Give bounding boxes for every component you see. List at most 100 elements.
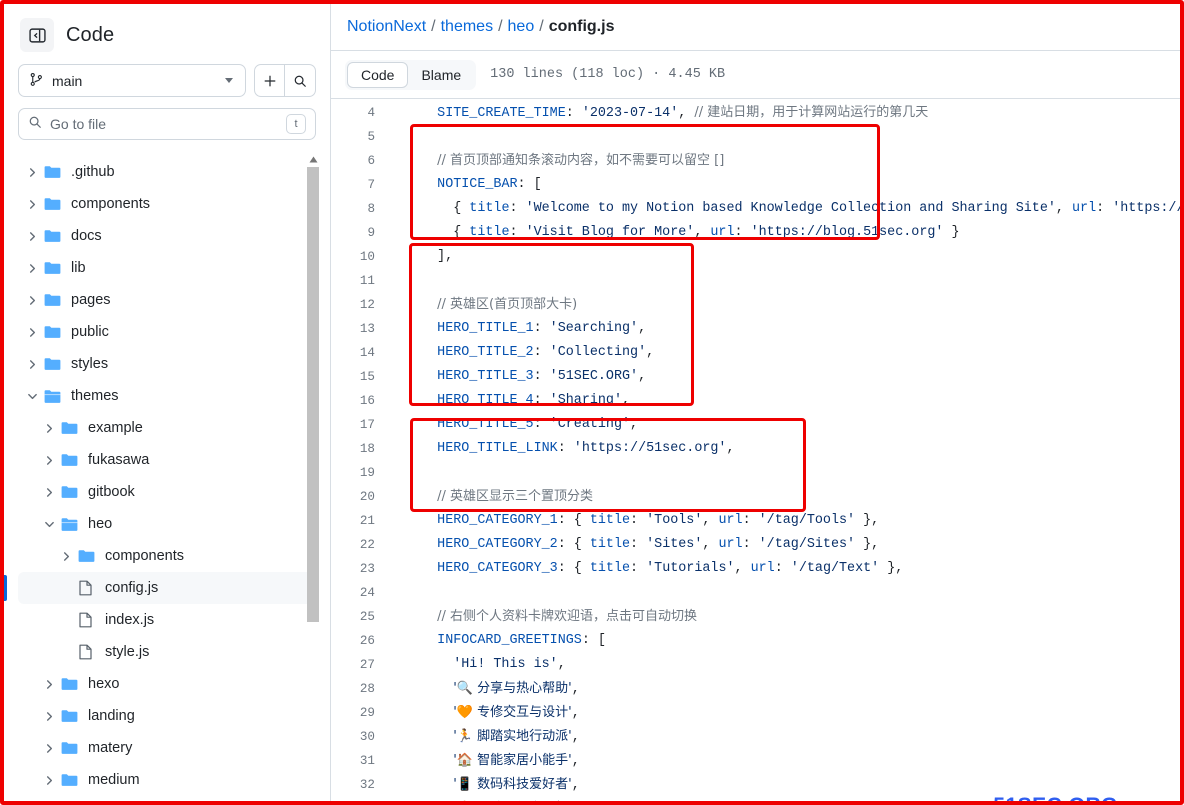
tree-item-style-js[interactable]: style.js — [18, 636, 316, 668]
chevron-right-icon[interactable] — [24, 260, 40, 276]
line-number[interactable]: 26 — [331, 629, 393, 653]
line-number[interactable]: 4 — [331, 101, 393, 125]
line-number[interactable]: 31 — [331, 749, 393, 773]
chevron-right-icon[interactable] — [41, 676, 57, 692]
tree-item-hexo[interactable]: hexo — [18, 668, 316, 700]
chevron-right-icon[interactable] — [24, 356, 40, 372]
line-number[interactable]: 7 — [331, 173, 393, 197]
code-line-content[interactable]: HERO_TITLE_4: 'Sharing', — [393, 389, 1180, 413]
chevron-right-icon[interactable] — [41, 484, 57, 500]
code-line-content[interactable]: HERO_TITLE_1: 'Searching', — [393, 317, 1180, 341]
tree-item-components[interactable]: components — [18, 188, 316, 220]
line-number[interactable]: 33 — [331, 797, 393, 801]
code-line-content[interactable]: // 右侧个人资料卡牌欢迎语，点击可自动切换 — [393, 605, 1180, 630]
chevron-down-icon[interactable] — [41, 516, 57, 532]
breadcrumb-repo[interactable]: NotionNext — [347, 18, 426, 36]
code-line-content[interactable]: // 首页顶部通知条滚动内容，如不需要可以留空 [] — [393, 149, 1180, 174]
tree-item-index-js[interactable]: index.js — [18, 604, 316, 636]
tab-code[interactable]: Code — [347, 61, 409, 88]
line-number[interactable]: 14 — [331, 341, 393, 365]
search-button[interactable] — [285, 64, 316, 97]
sidebar-collapse-icon[interactable] — [20, 18, 54, 52]
tree-item-heo[interactable]: heo — [18, 508, 316, 540]
scrollbar-thumb[interactable] — [307, 167, 319, 622]
line-number[interactable]: 32 — [331, 773, 393, 797]
chevron-right-icon[interactable] — [24, 292, 40, 308]
code-line-content[interactable]: NOTICE_BAR: [ — [393, 173, 1180, 197]
code-line-content[interactable]: // 英雄区(首页顶部大卡) — [393, 293, 1180, 318]
line-number[interactable]: 18 — [331, 437, 393, 461]
code-line-content[interactable]: INFOCARD_GREETINGS: [ — [393, 629, 1180, 653]
code-line-content[interactable]: ], — [393, 245, 1180, 269]
line-number[interactable]: 9 — [331, 221, 393, 245]
tree-item-docs[interactable]: docs — [18, 220, 316, 252]
scroll-up-arrow-icon[interactable] — [308, 154, 319, 165]
tree-item-gitbook[interactable]: gitbook — [18, 476, 316, 508]
tree-item-pages[interactable]: pages — [18, 284, 316, 316]
tree-item-fukasawa[interactable]: fukasawa — [18, 444, 316, 476]
line-number[interactable]: 27 — [331, 653, 393, 677]
code-line-content[interactable]: HERO_TITLE_2: 'Collecting', — [393, 341, 1180, 365]
sidebar-scrollbar[interactable] — [307, 154, 320, 654]
tree-item-styles[interactable]: styles — [18, 348, 316, 380]
code-line-content[interactable]: '🧡 专修交互与设计', — [393, 701, 1180, 726]
code-line-content[interactable]: { title: 'Welcome to my Notion based Kno… — [393, 197, 1180, 221]
breadcrumb-part-themes[interactable]: themes — [441, 18, 493, 36]
tree-item-matery[interactable]: matery — [18, 732, 316, 764]
add-file-button[interactable] — [254, 64, 285, 97]
code-line-content[interactable]: HERO_TITLE_LINK: 'https://51sec.org', — [393, 437, 1180, 461]
line-number[interactable]: 8 — [331, 197, 393, 221]
tree-item-config-js[interactable]: config.js — [4, 572, 316, 604]
line-number[interactable]: 28 — [331, 677, 393, 701]
line-number[interactable]: 19 — [331, 461, 393, 485]
chevron-right-icon[interactable] — [24, 164, 40, 180]
line-number[interactable]: 25 — [331, 605, 393, 629]
chevron-right-icon[interactable] — [58, 548, 74, 564]
chevron-right-icon[interactable] — [41, 708, 57, 724]
line-number[interactable]: 22 — [331, 533, 393, 557]
line-number[interactable]: 21 — [331, 509, 393, 533]
line-number[interactable]: 29 — [331, 701, 393, 725]
line-number[interactable]: 11 — [331, 269, 393, 293]
code-line-content[interactable]: 'Hi! This is', — [393, 653, 1180, 677]
code-line-content[interactable]: { title: 'Visit Blog for More', url: 'ht… — [393, 221, 1180, 245]
code-line-content[interactable]: HERO_CATEGORY_2: { title: 'Sites', url: … — [393, 533, 1180, 557]
chevron-right-icon[interactable] — [41, 740, 57, 756]
line-number[interactable]: 12 — [331, 293, 393, 317]
line-number[interactable]: 16 — [331, 389, 393, 413]
line-number[interactable]: 20 — [331, 485, 393, 509]
line-number[interactable]: 30 — [331, 725, 393, 749]
chevron-down-icon[interactable] — [24, 388, 40, 404]
code-line-content[interactable]: '🔍 分享与热心帮助', — [393, 677, 1180, 702]
code-line-content[interactable]: '🏠 智能家居小能手', — [393, 749, 1180, 774]
chevron-right-icon[interactable] — [24, 324, 40, 340]
code-line-content[interactable]: '🏃 脚踏实地行动派', — [393, 725, 1180, 750]
file-tree[interactable]: .github components docs lib pages public style… — [4, 152, 330, 801]
line-number[interactable]: 13 — [331, 317, 393, 341]
tree-item-components[interactable]: components — [18, 540, 316, 572]
code-line-content[interactable]: // 英雄区显示三个置顶分类 — [393, 485, 1180, 510]
tree-item--github[interactable]: .github — [18, 156, 316, 188]
chevron-right-icon[interactable] — [24, 228, 40, 244]
code-line-content[interactable]: SITE_CREATE_TIME: '2023-07-14', // 建站日期，… — [393, 101, 1180, 126]
chevron-right-icon[interactable] — [41, 772, 57, 788]
line-number[interactable]: 5 — [331, 125, 393, 149]
tree-item-themes[interactable]: themes — [18, 380, 316, 412]
line-number[interactable]: 24 — [331, 581, 393, 605]
code-line-content[interactable]: HERO_CATEGORY_3: { title: 'Tutorials', u… — [393, 557, 1180, 581]
line-number[interactable]: 6 — [331, 149, 393, 173]
tree-item-landing[interactable]: landing — [18, 700, 316, 732]
code-line-content[interactable]: HERO_CATEGORY_1: { title: 'Tools', url: … — [393, 509, 1180, 533]
tree-item-lib[interactable]: lib — [18, 252, 316, 284]
line-number[interactable]: 17 — [331, 413, 393, 437]
chevron-right-icon[interactable] — [41, 420, 57, 436]
line-number[interactable]: 23 — [331, 557, 393, 581]
code-line-content[interactable]: HERO_TITLE_3: '51SEC.ORG', — [393, 365, 1180, 389]
line-number[interactable]: 10 — [331, 245, 393, 269]
chevron-right-icon[interactable] — [24, 196, 40, 212]
breadcrumb-part-heo[interactable]: heo — [508, 18, 535, 36]
branch-selector[interactable]: main — [18, 64, 246, 97]
tree-item-public[interactable]: public — [18, 316, 316, 348]
tree-item-example[interactable]: example — [18, 412, 316, 444]
go-to-file-input[interactable]: Go to file t — [18, 108, 316, 140]
